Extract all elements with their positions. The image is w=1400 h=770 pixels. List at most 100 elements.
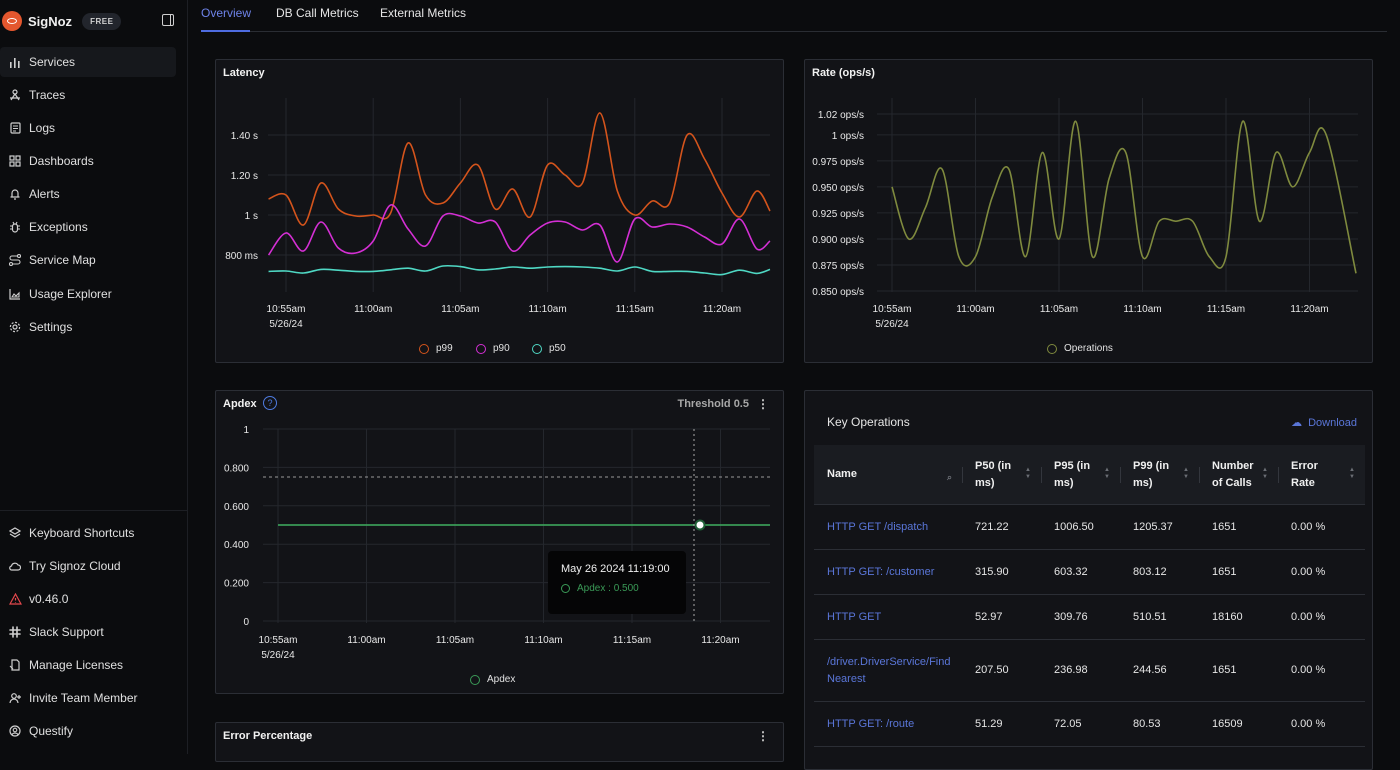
sidebar-item-label: Settings [29,320,73,334]
cell-p50: 207.50 [975,664,1009,676]
sidebar-item-invite-team[interactable]: Invite Team Member [0,683,176,713]
column-header-p99[interactable]: P99 (in ms) ▲ ▼ [1120,445,1199,504]
operation-name-link[interactable]: HTTP GET [814,609,962,626]
sidebar-item-settings[interactable]: Settings [0,312,176,342]
y-tick-label: 0.800 [224,463,249,474]
x-tick-label: 10:55am [259,635,298,646]
latency-panel: Latency 800 ms 1 s 1.20 s 1.40 s 10:55am 5/26… [215,59,784,363]
sidebar-item-traces[interactable]: Traces [0,80,176,110]
legend-label: p99 [436,343,453,354]
sidebar-item-alerts[interactable]: Alerts [0,179,176,209]
legend-item-p50[interactable]: p50 [532,343,566,354]
sidebar-item-questify[interactable]: Questify [0,716,176,746]
rate-chart[interactable]: 0.850 ops/s 0.875 ops/s 0.900 ops/s 0.925 o… [805,60,1374,364]
operation-name-link[interactable]: HTTP GET: /customer [814,564,962,581]
table-row[interactable]: HTTP GET: /customer 315.90 603.32 803.12 165… [814,550,1365,595]
latency-chart[interactable]: 800 ms 1 s 1.20 s 1.40 s 10:55am 5/26/24 11:00… [216,60,785,364]
series-line-operations [891,120,1357,274]
column-separator [962,467,963,483]
sort-icon[interactable]: ▲ ▼ [1262,467,1268,481]
user-circle-icon [8,724,22,738]
legend-item-p90[interactable]: p90 [476,343,510,354]
y-tick-label: 0.975 ops/s [812,157,864,168]
operation-name-link[interactable]: HTTP GET /dispatch [814,519,962,536]
operation-name-link[interactable]: /driver.DriverService/Find Nearest [814,654,962,688]
apdex-chart[interactable]: 0 0.200 0.400 0.600 0.800 1 10:55am 5/26/24 11:0… [216,391,785,695]
sort-icon[interactable]: ▲ ▼ [1183,467,1189,481]
x-tick-label: 10:55am [267,304,306,315]
sidebar-item-dashboards[interactable]: Dashboards [0,146,176,176]
cell-p95: 309.76 [1054,610,1088,623]
sidebar-item-services[interactable]: Services [0,47,176,77]
sidebar-item-slack-support[interactable]: Slack Support [0,617,176,647]
column-header-name[interactable]: Name ⌕ [814,445,962,504]
sidebar-item-service-map[interactable]: Service Map [0,245,176,275]
download-button[interactable]: ☁ Download [1291,416,1357,430]
cell-calls: 1651 [1212,520,1237,533]
operation-name-link[interactable]: HTTP GET: /route [814,716,962,733]
column-label: P50 (in ms) [975,459,1012,489]
x-tick-label: 11:10am [529,304,567,315]
sidebar-item-keyboard-shortcuts[interactable]: Keyboard Shortcuts [0,518,176,548]
cell-error-rate: 0.00 % [1291,565,1326,578]
x-tick-label: 11:00am [956,304,994,315]
table-row[interactable]: HTTP GET 52.97 309.76 510.51 18160 0.00 % [814,595,1365,640]
sidebar-item-label: Dashboards [29,154,94,168]
y-tick-label: 1 s [245,211,258,222]
sidebar-item-exceptions[interactable]: Exceptions [0,212,176,242]
sidebar-collapse-icon[interactable] [162,14,174,26]
sidebar-item-manage-licenses[interactable]: Manage Licenses [0,650,176,680]
x-tick-label: 11:20am [1290,304,1328,315]
rate-panel: Rate (ops/s) 0.850 ops/s 0.875 ops/s 0.900… [804,59,1373,363]
cell-p95: 603.32 [1054,565,1088,578]
legend-item-apdex[interactable]: Apdex [470,674,515,685]
error-panel-menu-icon[interactable]: ⋮ [757,729,769,743]
column-header-p95[interactable]: P95 (in ms) ▲ ▼ [1041,445,1120,504]
cell-p95: 1006.50 [1054,520,1094,533]
sidebar-item-logs[interactable]: Logs [0,113,176,143]
column-header-error-rate[interactable]: Error Rate ▲ ▼ [1278,445,1365,504]
table-row[interactable]: HTTP GET /dispatch 721.22 1006.50 1205.37 16… [814,505,1365,550]
table-row[interactable]: HTTP GET: /route 51.29 72.05 80.53 16509 0.00… [814,702,1365,747]
cell-calls: 18160 [1212,610,1243,623]
sidebar-item-version[interactable]: v0.46.0 [0,584,176,614]
download-label: Download [1308,416,1357,429]
y-tick-label: 1 ops/s [832,131,864,142]
tab-overview[interactable]: Overview [201,6,251,20]
sort-icon[interactable]: ▲ ▼ [1104,467,1110,481]
search-icon[interactable]: ⌕ [947,469,952,486]
x-tick-label: 11:00am [347,635,385,646]
column-header-calls[interactable]: Number of Calls ▲ ▼ [1199,445,1278,504]
legend-label: Operations [1064,343,1113,354]
sort-icon[interactable]: ▲ ▼ [1349,467,1355,481]
cell-error-rate: 0.00 % [1291,717,1326,730]
column-separator [1120,467,1121,483]
legend-item-operations[interactable]: Operations [1047,343,1113,354]
sidebar-item-label: Alerts [29,187,60,201]
column-header-p50[interactable]: P50 (in ms) ▲ ▼ [962,445,1041,504]
cell-p99: 803.12 [1133,565,1167,578]
sidebar-item-usage-explorer[interactable]: Usage Explorer [0,279,176,309]
apdex-tooltip: May 26 2024 11:19:00 Apdex : 0.500 [548,551,686,614]
app-name: SigNoz [28,13,73,29]
key-operations-table: Name ⌕ P50 (in ms) ▲ ▼ P95 (in ms) ▲ ▼ P99 (in m… [814,445,1365,747]
column-label: Number of Calls [1212,459,1254,489]
legend-item-p99[interactable]: p99 [419,343,453,354]
sidebar-item-label: Manage Licenses [29,658,124,672]
table-row[interactable]: /driver.DriverService/Find Nearest 207.50 2… [814,640,1365,702]
x-tick-label: 11:15am [1207,304,1245,315]
cell-calls: 16509 [1212,717,1243,730]
cell-p50: 721.22 [975,520,1009,533]
sort-icon[interactable]: ▲ ▼ [1025,467,1031,481]
column-label: P95 (in ms) [1054,459,1091,489]
sidebar-item-label: Exceptions [29,220,88,234]
sidebar-item-try-cloud[interactable]: Try Signoz Cloud [0,551,176,581]
cell-p95: 72.05 [1054,717,1082,730]
tab-db-call-metrics[interactable]: DB Call Metrics [276,6,359,20]
cell-p99: 1205.37 [1133,520,1173,533]
x-tick-label: 11:05am [1040,304,1078,315]
tab-external-metrics[interactable]: External Metrics [380,6,466,20]
series-line-p99 [268,112,771,226]
brand[interactable]: SigNoz FREE [0,8,188,34]
key-operations-title: Key Operations [827,415,910,429]
